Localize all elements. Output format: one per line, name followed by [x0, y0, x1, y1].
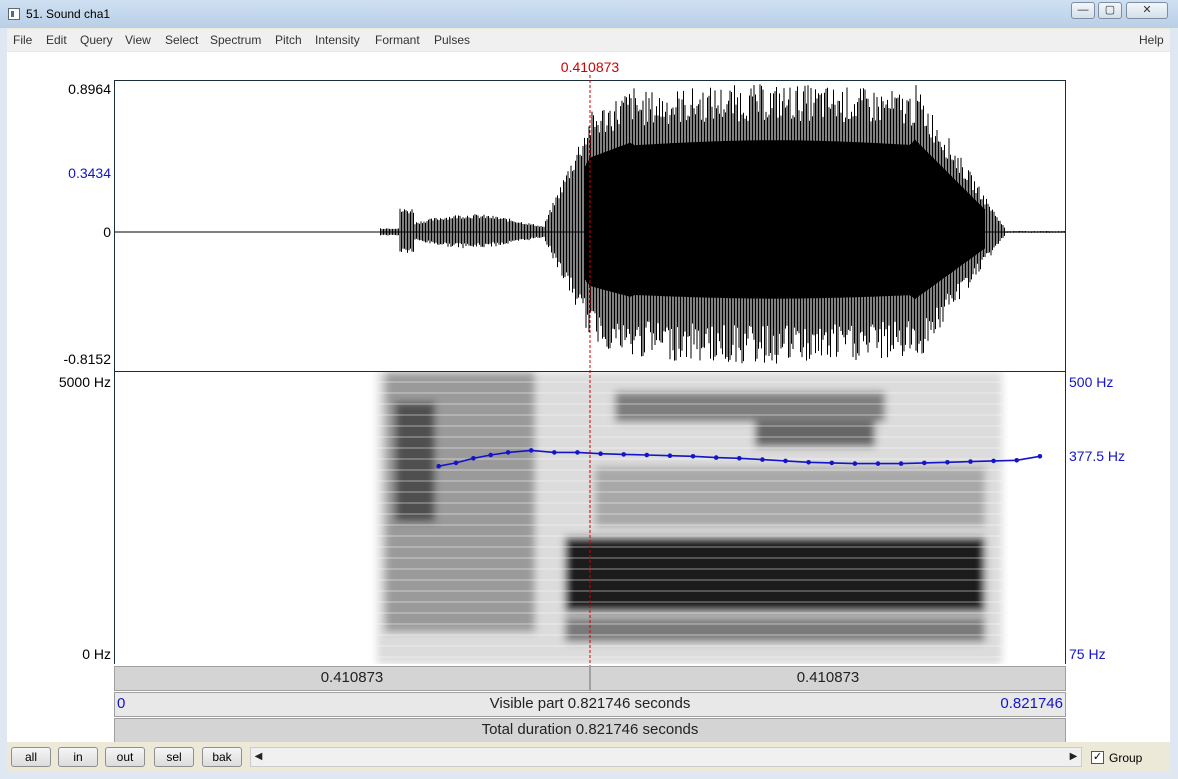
pitch-top-label: 500 Hz: [1069, 374, 1114, 390]
total-duration-bar[interactable]: Total duration 0.821746 seconds: [114, 718, 1066, 743]
pitch-point: [783, 458, 788, 464]
title-bar[interactable]: [0, 0, 1178, 28]
close-button[interactable]: ✕: [1126, 2, 1168, 19]
menu-file[interactable]: File: [13, 33, 32, 47]
window-title: 51. Sound cha1: [26, 7, 111, 21]
pitch-point: [968, 459, 973, 464]
waveform-graphic: [115, 84, 1065, 364]
waveform-core: [585, 139, 985, 300]
pitch-point: [991, 458, 996, 464]
menu-edit[interactable]: Edit: [46, 33, 67, 47]
menu-pitch[interactable]: Pitch: [275, 33, 302, 47]
pitch-point: [760, 457, 765, 462]
pitch-point: [667, 453, 673, 458]
zoom-in-button[interactable]: in: [58, 747, 98, 767]
selection-left-bar[interactable]: 0.410873: [114, 666, 590, 691]
pitch-point: [829, 460, 835, 466]
waveform-trace: [115, 84, 1065, 364]
group-label: Group: [1109, 751, 1143, 765]
waveform-pane[interactable]: [114, 80, 1066, 372]
menu-view[interactable]: View: [125, 33, 151, 47]
pitch-point: [453, 460, 459, 466]
visible-part-bar[interactable]: 0 Visible part 0.821746 seconds 0.821746: [114, 692, 1066, 717]
pitch-point: [1014, 458, 1019, 463]
group-checkbox[interactable]: ✓: [1091, 751, 1104, 764]
menu-help[interactable]: Help: [1139, 33, 1164, 47]
menu-formant[interactable]: Formant: [375, 33, 420, 47]
spectrogram-pane[interactable]: [114, 372, 1066, 664]
cursor-time-label: 0.410873: [560, 59, 620, 75]
pitch-point: [505, 450, 511, 455]
time-scrollbar[interactable]: [250, 747, 1082, 767]
pitch-point: [875, 461, 881, 466]
pitch-point: [528, 448, 534, 453]
pitch-point: [621, 452, 626, 457]
pitch-point: [945, 460, 950, 465]
spectrogram-graphic: [377, 372, 1043, 664]
pitch-point: [690, 454, 696, 459]
menu-spectrum[interactable]: Spectrum: [210, 33, 261, 47]
pitch-point: [806, 460, 811, 465]
pitch-point: [575, 450, 580, 455]
pitch-point: [488, 452, 494, 458]
pitch-point: [922, 460, 927, 466]
zoom-out-button[interactable]: out: [105, 747, 145, 767]
spectrogram-max-freq-label: 5000 Hz: [58, 374, 111, 390]
visible-end-label: 0.821746: [1000, 695, 1063, 712]
app-icon: [8, 8, 20, 20]
menu-intensity[interactable]: Intensity: [315, 33, 360, 47]
pitch-bottom-label: 75 Hz: [1069, 646, 1106, 662]
visible-part-label: Visible part 0.821746 seconds: [489, 695, 691, 712]
zoom-all-button[interactable]: all: [11, 747, 51, 767]
waveform-zero-label: 0: [103, 224, 111, 240]
pitch-point: [644, 452, 650, 458]
pitch-point: [852, 461, 858, 466]
maximize-button[interactable]: ▢: [1098, 2, 1122, 19]
menu-query[interactable]: Query: [80, 33, 113, 47]
menu-pulses[interactable]: Pulses: [434, 33, 470, 47]
selection-right-bar[interactable]: 0.410873: [590, 666, 1066, 691]
pitch-cursor-label: 377.5 Hz: [1069, 448, 1126, 464]
spectrogram-min-freq-label: 0 Hz: [82, 646, 111, 662]
pitch-point: [552, 450, 557, 455]
zoom-selection-button[interactable]: sel: [154, 747, 194, 767]
pitch-point: [898, 461, 904, 466]
menu-select[interactable]: Select: [165, 33, 198, 47]
zoom-back-button[interactable]: bak: [202, 747, 242, 767]
pitch-point: [713, 455, 719, 460]
scroll-right-arrow-icon[interactable]: ▶: [1065, 747, 1082, 767]
waveform-min-label: -0.8152: [63, 351, 111, 367]
pitch-point: [1037, 454, 1043, 459]
scroll-left-arrow-icon[interactable]: ◀: [250, 747, 267, 767]
visible-start-label: 0: [117, 695, 126, 712]
waveform-cursor-value-label: 0.3434: [68, 165, 111, 181]
pitch-point: [737, 456, 742, 461]
pitch-point: [471, 456, 476, 461]
minimize-button[interactable]: —: [1071, 2, 1095, 19]
pitch-point: [436, 463, 442, 469]
pitch-point: [598, 451, 603, 456]
waveform-max-label: 0.8964: [68, 81, 111, 97]
